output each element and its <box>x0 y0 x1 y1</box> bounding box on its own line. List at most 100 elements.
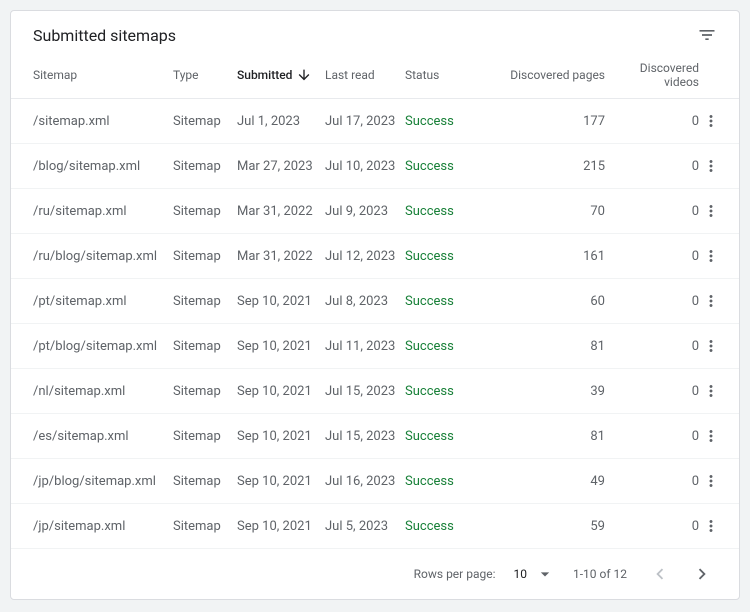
table-row[interactable]: /nl/sitemap.xmlSitemapSep 10, 2021Jul 15… <box>11 369 739 414</box>
cell-pages: 215 <box>485 159 605 174</box>
page-range: 1-10 of 12 <box>573 567 627 581</box>
cell-submitted: Mar 31, 2022 <box>237 204 325 219</box>
cell-status: Success <box>405 204 485 219</box>
cell-videos: 0 <box>605 519 699 534</box>
table-row[interactable]: /jp/sitemap.xmlSitemapSep 10, 2021Jul 5,… <box>11 504 739 549</box>
next-page-button[interactable] <box>687 559 717 589</box>
cell-videos: 0 <box>605 429 699 444</box>
cell-pages: 49 <box>485 474 605 489</box>
cell-videos: 0 <box>605 114 699 129</box>
col-header-discovered-videos[interactable]: Discovered videos <box>605 61 699 89</box>
cell-type: Sitemap <box>173 159 237 174</box>
cell-videos: 0 <box>605 339 699 354</box>
dropdown-arrow-icon <box>535 564 555 584</box>
cell-type: Sitemap <box>173 204 237 219</box>
arrow-down-icon <box>296 67 312 83</box>
table-row[interactable]: /pt/blog/sitemap.xmlSitemapSep 10, 2021J… <box>11 324 739 369</box>
cell-status: Success <box>405 294 485 309</box>
cell-status: Success <box>405 519 485 534</box>
cell-last-read: Jul 12, 2023 <box>325 249 405 264</box>
cell-submitted: Sep 10, 2021 <box>237 339 325 354</box>
table-row[interactable]: /ru/blog/sitemap.xmlSitemapMar 31, 2022J… <box>11 234 739 279</box>
prev-page-button[interactable] <box>645 559 675 589</box>
cell-type: Sitemap <box>173 339 237 354</box>
col-header-status[interactable]: Status <box>405 68 485 82</box>
cell-last-read: Jul 17, 2023 <box>325 114 405 129</box>
more-vert-icon[interactable] <box>699 202 723 220</box>
more-vert-icon[interactable] <box>699 472 723 490</box>
more-vert-icon[interactable] <box>699 112 723 130</box>
more-vert-icon[interactable] <box>699 517 723 535</box>
col-header-sitemap[interactable]: Sitemap <box>33 68 173 82</box>
filter-icon[interactable] <box>697 25 717 45</box>
cell-submitted: Mar 27, 2023 <box>237 159 325 174</box>
cell-pages: 59 <box>485 519 605 534</box>
cell-type: Sitemap <box>173 249 237 264</box>
cell-type: Sitemap <box>173 294 237 309</box>
card-title: Submitted sitemaps <box>33 26 176 45</box>
table-row[interactable]: /es/sitemap.xmlSitemapSep 10, 2021Jul 15… <box>11 414 739 459</box>
cell-status: Success <box>405 474 485 489</box>
cell-videos: 0 <box>605 474 699 489</box>
cell-videos: 0 <box>605 384 699 399</box>
table-body: /sitemap.xmlSitemapJul 1, 2023Jul 17, 20… <box>11 99 739 549</box>
col-header-discovered-pages[interactable]: Discovered pages <box>485 68 605 82</box>
sitemaps-card: Submitted sitemaps Sitemap Type Submitte… <box>10 10 740 600</box>
cell-status: Success <box>405 159 485 174</box>
more-vert-icon[interactable] <box>699 382 723 400</box>
cell-status: Success <box>405 339 485 354</box>
cell-pages: 70 <box>485 204 605 219</box>
more-vert-icon[interactable] <box>699 292 723 310</box>
cell-sitemap: /pt/blog/sitemap.xml <box>33 339 173 354</box>
cell-pages: 81 <box>485 339 605 354</box>
cell-sitemap: /pt/sitemap.xml <box>33 294 173 309</box>
more-vert-icon[interactable] <box>699 427 723 445</box>
cell-submitted: Sep 10, 2021 <box>237 384 325 399</box>
more-vert-icon[interactable] <box>699 157 723 175</box>
cell-last-read: Jul 9, 2023 <box>325 204 405 219</box>
table-footer: Rows per page: 10 1-10 of 12 <box>11 549 739 599</box>
rows-per-page-select[interactable]: 10 <box>513 564 555 584</box>
cell-submitted: Sep 10, 2021 <box>237 474 325 489</box>
cell-status: Success <box>405 114 485 129</box>
cell-status: Success <box>405 429 485 444</box>
cell-pages: 60 <box>485 294 605 309</box>
col-header-submitted[interactable]: Submitted <box>237 67 325 83</box>
cell-last-read: Jul 15, 2023 <box>325 384 405 399</box>
cell-sitemap: /ru/sitemap.xml <box>33 204 173 219</box>
rows-per-page-label: Rows per page: <box>414 567 496 581</box>
cell-type: Sitemap <box>173 429 237 444</box>
cell-pages: 39 <box>485 384 605 399</box>
cell-type: Sitemap <box>173 519 237 534</box>
cell-videos: 0 <box>605 294 699 309</box>
cell-videos: 0 <box>605 159 699 174</box>
cell-submitted: Mar 31, 2022 <box>237 249 325 264</box>
cell-last-read: Jul 10, 2023 <box>325 159 405 174</box>
col-header-last-read[interactable]: Last read <box>325 68 405 82</box>
col-header-type[interactable]: Type <box>173 68 237 82</box>
cell-submitted: Sep 10, 2021 <box>237 429 325 444</box>
page-nav <box>645 559 717 589</box>
cell-type: Sitemap <box>173 474 237 489</box>
cell-sitemap: /nl/sitemap.xml <box>33 384 173 399</box>
cell-sitemap: /blog/sitemap.xml <box>33 159 173 174</box>
table-row[interactable]: /sitemap.xmlSitemapJul 1, 2023Jul 17, 20… <box>11 99 739 144</box>
cell-last-read: Jul 11, 2023 <box>325 339 405 354</box>
cell-sitemap: /ru/blog/sitemap.xml <box>33 249 173 264</box>
table-row[interactable]: /blog/sitemap.xmlSitemapMar 27, 2023Jul … <box>11 144 739 189</box>
table-row[interactable]: /jp/blog/sitemap.xmlSitemapSep 10, 2021J… <box>11 459 739 504</box>
rows-per-page-value: 10 <box>513 567 527 581</box>
table-row[interactable]: /ru/sitemap.xmlSitemapMar 31, 2022Jul 9,… <box>11 189 739 234</box>
cell-status: Success <box>405 384 485 399</box>
cell-sitemap: /jp/sitemap.xml <box>33 519 173 534</box>
cell-type: Sitemap <box>173 114 237 129</box>
cell-pages: 161 <box>485 249 605 264</box>
cell-submitted: Sep 10, 2021 <box>237 294 325 309</box>
more-vert-icon[interactable] <box>699 337 723 355</box>
card-header: Submitted sitemaps <box>11 11 739 51</box>
cell-sitemap: /jp/blog/sitemap.xml <box>33 474 173 489</box>
more-vert-icon[interactable] <box>699 247 723 265</box>
table-row[interactable]: /pt/sitemap.xmlSitemapSep 10, 2021Jul 8,… <box>11 279 739 324</box>
cell-submitted: Sep 10, 2021 <box>237 519 325 534</box>
cell-last-read: Jul 5, 2023 <box>325 519 405 534</box>
